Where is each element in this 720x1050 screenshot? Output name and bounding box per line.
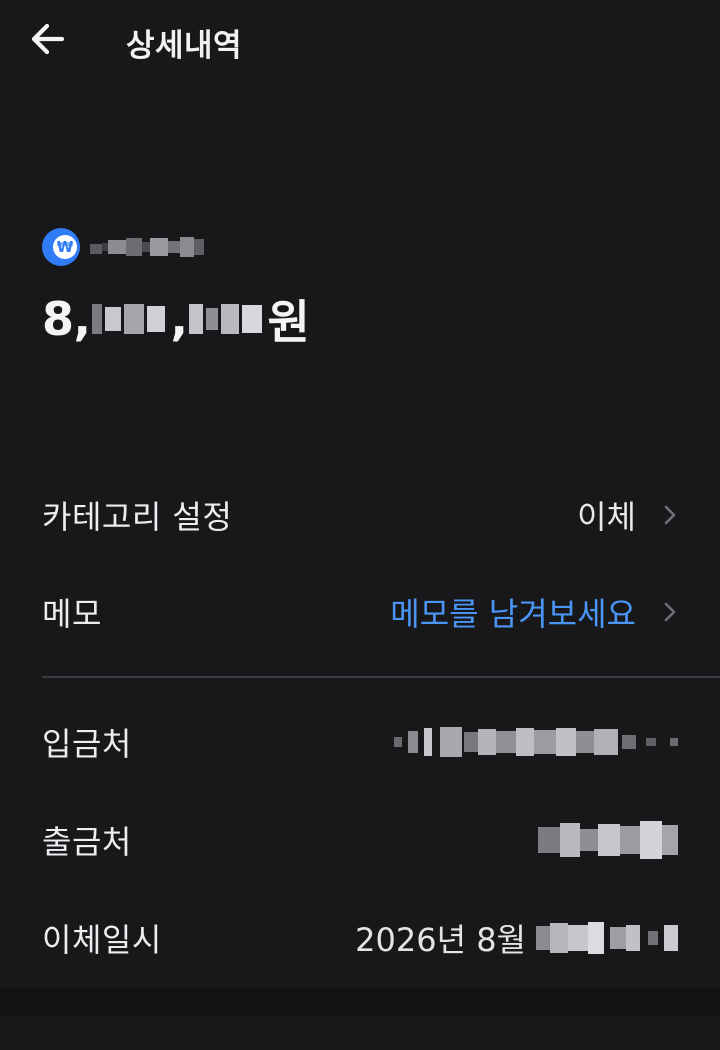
amount-redacted-2 <box>189 299 265 339</box>
arrow-left-icon <box>31 23 65 55</box>
deposit-to-redacted <box>394 724 678 760</box>
deposit-to-row: 입금처 <box>42 712 678 772</box>
category-row[interactable]: 카테고리 설정 이체 <box>42 485 678 545</box>
amount-separator: , <box>170 292 188 346</box>
memo-value-container: 메모를 남겨보세요 <box>390 589 678 635</box>
section-divider <box>42 676 720 678</box>
bank-logo-glyph: ₩ <box>53 235 77 259</box>
page-title: 상세내역 <box>126 28 243 64</box>
transfer-datetime-redacted <box>536 920 678 956</box>
amount-redacted <box>92 299 168 339</box>
account-name-redacted <box>90 237 204 257</box>
transfer-datetime-row: 이체일시 2026년 8월 <box>42 908 678 968</box>
amount-currency: 원 <box>267 295 310 349</box>
back-button[interactable] <box>26 18 74 62</box>
transfer-datetime-value-container: 2026년 8월 <box>355 915 678 961</box>
withdraw-from-row: 출금처 <box>42 810 678 870</box>
amount-prefix: 8, <box>42 292 91 346</box>
bottom-bar <box>0 988 720 1016</box>
bank-logo-icon: ₩ <box>42 228 80 266</box>
account-info: ₩ <box>42 226 204 268</box>
memo-label: 메모 <box>42 595 102 633</box>
transfer-datetime-label: 이체일시 <box>42 921 162 959</box>
category-label: 카테고리 설정 <box>42 498 233 536</box>
transfer-datetime-value: 2026년 8월 <box>355 921 526 959</box>
deposit-to-label: 입금처 <box>42 725 132 763</box>
app-header: 상세내역 <box>0 0 720 84</box>
chevron-right-icon <box>664 505 676 525</box>
withdraw-from-label: 출금처 <box>42 823 132 861</box>
transaction-amount: 8, , 원 <box>42 286 310 352</box>
memo-placeholder: 메모를 남겨보세요 <box>390 595 636 633</box>
chevron-right-icon <box>664 602 676 622</box>
category-value-container: 이체 <box>577 492 678 538</box>
withdraw-from-redacted <box>538 820 678 860</box>
category-value: 이체 <box>577 498 636 536</box>
memo-row[interactable]: 메모 메모를 남겨보세요 <box>42 582 678 642</box>
